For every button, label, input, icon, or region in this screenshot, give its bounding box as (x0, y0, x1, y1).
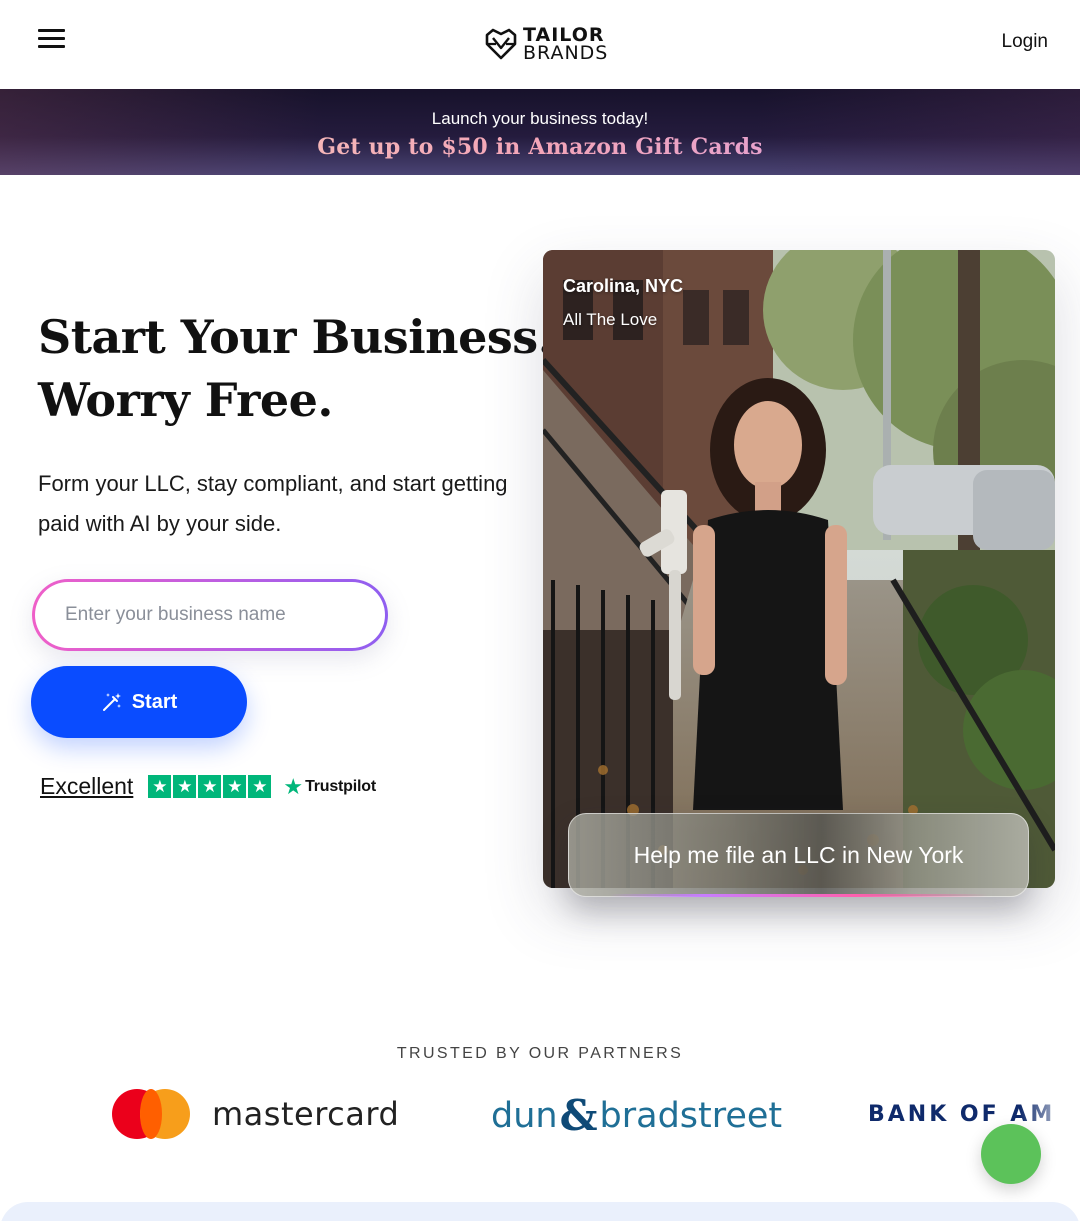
star-icon: ★ (173, 775, 197, 798)
hero-title: Start Your Business. Worry Free. (38, 306, 554, 432)
mastercard-logo: mastercard (112, 1089, 399, 1139)
dnb-word-bradstreet: bradstreet (599, 1095, 783, 1136)
trustpilot-wordmark: Trustpilot (305, 777, 376, 795)
promo-banner[interactable]: Launch your business today! Get up to $5… (0, 89, 1080, 175)
rating-label[interactable]: Excellent (40, 773, 133, 800)
dnb-ampersand: & (559, 1091, 598, 1140)
star-icon: ★ (223, 775, 247, 798)
dnb-word-dun: dun (491, 1095, 558, 1136)
start-button[interactable]: Start (31, 666, 247, 738)
star-icon: ★ (148, 775, 172, 798)
ai-prompt-text: Help me file an LLC in New York (633, 841, 964, 868)
dun-bradstreet-logo: dun & bradstreet (491, 1091, 782, 1140)
next-section-top (0, 1202, 1080, 1221)
logo-word-brands: BRANDS (523, 42, 609, 64)
partners-heading: TRUSTED BY OUR PARTNERS (396, 1045, 684, 1062)
magic-wand-icon (102, 693, 121, 711)
mastercard-circles-icon (112, 1089, 190, 1139)
hero-title-line1: Start Your Business. (38, 310, 554, 364)
promo-offer: Get up to $50 in Amazon Gift Cards (0, 134, 1080, 160)
hamburger-menu-icon[interactable] (38, 29, 66, 51)
trustpilot-logo: ★ Trustpilot (283, 773, 376, 799)
hero-subtitle: Form your LLC, stay compliant, and start… (38, 471, 508, 536)
customer-photo (543, 250, 1055, 888)
rating-stars: ★ ★ ★ ★ ★ (148, 775, 273, 798)
site-header: TAILOR BRANDS Login (0, 0, 1080, 89)
trustpilot-rating[interactable]: Excellent ★ ★ ★ ★ ★ ★ Trustpilot (40, 773, 376, 800)
customer-name-location: Carolina, NYC (563, 276, 684, 296)
customer-photo-card: Carolina, NYC All The Love (543, 250, 1055, 888)
star-icon: ★ (248, 775, 272, 798)
mastercard-wordmark: mastercard (212, 1095, 400, 1133)
login-link[interactable]: Login (1002, 31, 1049, 53)
chat-widget-button[interactable] (981, 1124, 1041, 1184)
promo-headline: Launch your business today! (431, 109, 649, 128)
star-icon: ★ (198, 775, 222, 798)
start-button-label: Start (131, 690, 178, 713)
customer-business-name: All The Love (563, 310, 658, 329)
shield-heart-logo-icon (485, 28, 517, 60)
hero-title-line2: Worry Free. (38, 373, 333, 427)
trustpilot-star-icon: ★ (283, 773, 304, 799)
brand-logo[interactable]: TAILOR BRANDS (483, 25, 608, 63)
business-name-input[interactable] (35, 582, 385, 648)
business-name-field-wrapper (32, 579, 388, 651)
ai-prompt-bubble: Help me file an LLC in New York (568, 813, 1029, 897)
